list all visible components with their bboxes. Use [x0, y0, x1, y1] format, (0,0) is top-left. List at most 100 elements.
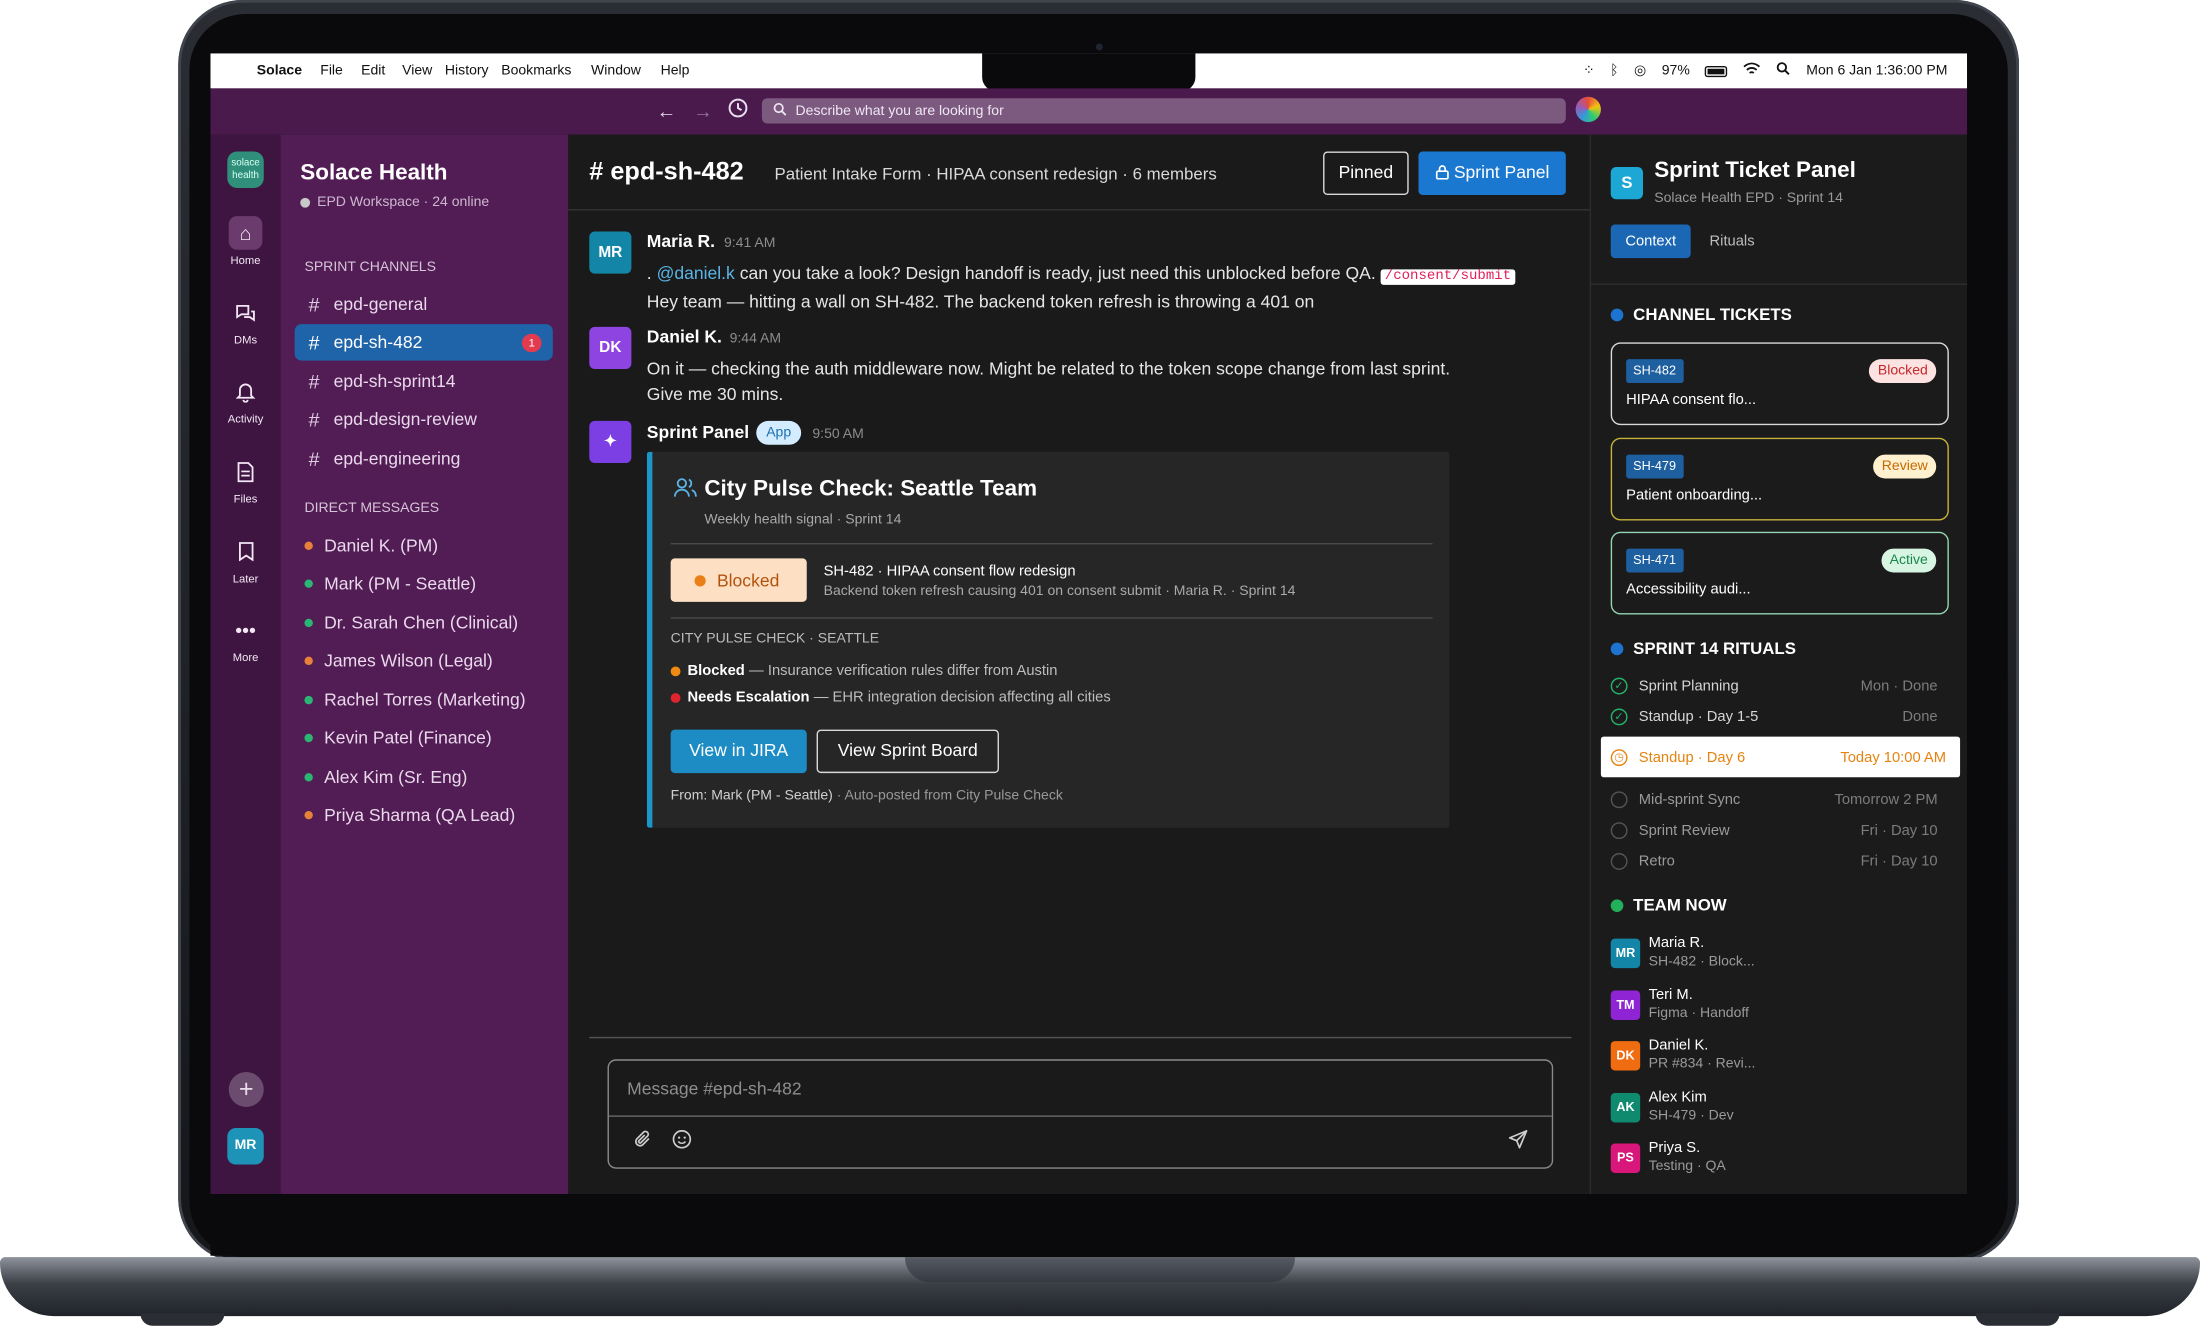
team-member[interactable]: DK Daniel K. PR #834 · Revi... — [1610, 1037, 1949, 1085]
view-in-jira-button[interactable]: View in JIRA — [670, 729, 807, 774]
hash-icon: # — [308, 408, 320, 431]
spotlight-icon[interactable] — [1777, 62, 1791, 80]
ritual-item[interactable]: Mid-sprint Sync Tomorrow 2 PM — [1610, 784, 1949, 815]
avatar[interactable]: DK — [589, 326, 632, 370]
menu-window[interactable]: Window — [591, 63, 641, 78]
rail-item-dms[interactable]: DMs — [210, 296, 280, 347]
airdrop-icon[interactable]: ◎ — [1634, 63, 1646, 78]
message-author[interactable]: Maria R. — [647, 232, 715, 252]
menu-bookmarks[interactable]: Bookmarks — [501, 63, 571, 78]
view-sprint-board-button[interactable]: View Sprint Board — [816, 729, 999, 774]
team-member[interactable]: TM Teri M. Figma · Handoff — [1610, 986, 1949, 1034]
composer-divider — [589, 1036, 1572, 1039]
check-circle-icon: ✓ — [1610, 708, 1628, 726]
avatar[interactable]: MR — [589, 231, 632, 274]
bluetooth-icon[interactable]: ᛒ — [1610, 63, 1618, 78]
rail-item-more[interactable]: ••• More — [210, 613, 280, 664]
channels-header[interactable]: SPRINT CHANNELS — [304, 260, 436, 275]
direct-messages-header[interactable]: DIRECT MESSAGES — [304, 501, 439, 516]
send-icon[interactable] — [1508, 1129, 1528, 1153]
ticket-card[interactable]: SH-479 Review Patient onboarding... — [1610, 437, 1949, 521]
sidebar-dm-kevin[interactable]: Kevin Patel (Finance) — [304, 728, 492, 748]
message-composer[interactable]: Message #epd-sh-482 — [607, 1059, 1554, 1169]
user-mention[interactable]: @daniel.k — [657, 264, 735, 284]
inline-code: /consent/submit — [1380, 269, 1516, 285]
team-member[interactable]: AK Alex Kim SH-479 · Dev — [1610, 1089, 1949, 1137]
sidebar-channel-epd-sh-sprint14[interactable]: # epd-sh-sprint14 — [295, 363, 553, 399]
ticket-id: SH-471 — [1626, 548, 1683, 573]
ritual-item[interactable]: Sprint Review Fri · Day 10 — [1610, 815, 1949, 846]
message-time[interactable]: 9:50 AM — [812, 427, 863, 442]
control-icon[interactable]: ⁘ — [1583, 63, 1595, 78]
screen-notch — [982, 53, 1196, 92]
section-dot-icon — [1610, 307, 1624, 321]
sidebar-dm-james[interactable]: James Wilson (Legal) — [304, 651, 493, 671]
ritual-item-current[interactable]: ◷ Standup · Day 6 Today 10:00 AM — [1600, 736, 1961, 778]
forward-arrow-icon[interactable]: → — [693, 98, 713, 123]
add-workspace-button[interactable]: + — [228, 1071, 264, 1108]
menubar-status-area: ⁘ ᛒ ◎ 97% Mon 6 Jan 1:36:00 PM — [1583, 53, 1947, 88]
sidebar-dm-alex[interactable]: Alex Kim (Sr. Eng) — [304, 767, 467, 787]
channel-title[interactable]: # epd-sh-482 — [589, 157, 743, 186]
message-time[interactable]: 9:44 AM — [730, 331, 781, 346]
menu-history[interactable]: History — [445, 63, 489, 78]
sidebar-dm-daniel[interactable]: Daniel K. (PM) — [304, 536, 438, 556]
message-time[interactable]: 9:41 AM — [724, 236, 775, 251]
menu-view[interactable]: View — [402, 63, 432, 78]
ritual-name: Mid-sprint Sync — [1638, 791, 1741, 809]
ritual-item[interactable]: ✓ Standup · Day 1-5 Done — [1610, 702, 1949, 733]
tab-rituals[interactable]: Rituals — [1701, 224, 1764, 258]
ritual-item[interactable]: Retro Fri · Day 10 — [1610, 846, 1949, 877]
message-author[interactable]: Daniel K. — [647, 327, 722, 347]
sidebar-channel-epd-design-review[interactable]: # epd-design-review — [295, 401, 553, 437]
search-bar[interactable]: Describe what you are looking for — [761, 98, 1566, 124]
workspace-logo[interactable]: solace health — [227, 151, 264, 189]
workspace-name[interactable]: Solace Health — [300, 161, 447, 186]
sprint-panel-app-avatar[interactable]: ✦ — [589, 420, 632, 464]
rail-item-home[interactable]: ⌂ Home — [210, 216, 280, 267]
ticket-card[interactable]: SH-482 Blocked HIPAA consent flo... — [1610, 342, 1949, 426]
ticket-name: HIPAA consent flo... — [1626, 391, 1757, 409]
sidebar-channel-epd-engineering[interactable]: # epd-engineering — [295, 441, 553, 477]
menubar-app-name[interactable]: Solace — [257, 63, 302, 78]
sidebar-dm-mark[interactable]: Mark (PM - Seattle) — [304, 574, 476, 593]
rail-item-later[interactable]: Later — [210, 535, 280, 585]
tab-context[interactable]: Context — [1610, 224, 1691, 259]
back-arrow-icon[interactable]: ← — [657, 98, 677, 123]
sidebar-dm-rachel[interactable]: Rachel Torres (Marketing) — [304, 690, 526, 710]
sidebar-channel-epd-general[interactable]: # epd-general — [295, 286, 553, 322]
menu-edit[interactable]: Edit — [361, 63, 385, 78]
message-text-line: Give me 30 mins. — [646, 384, 784, 405]
ritual-item[interactable]: ✓ Sprint Planning Mon · Done — [1610, 671, 1949, 702]
profile-extension-icon[interactable] — [1575, 96, 1601, 123]
laptop-foot-left — [140, 1313, 225, 1326]
channel-label: epd-sh-sprint14 — [333, 371, 456, 392]
history-clock-icon[interactable] — [728, 98, 748, 123]
rail-item-files[interactable]: Files — [210, 455, 280, 505]
emoji-icon[interactable] — [672, 1129, 692, 1153]
message-input[interactable]: Message #epd-sh-482 — [627, 1079, 802, 1099]
team-member[interactable]: PS Priya S. Testing · QA — [1610, 1139, 1949, 1187]
menu-file[interactable]: File — [320, 63, 343, 78]
paperclip-icon[interactable] — [634, 1129, 652, 1153]
screen: Solace File Edit View History Bookmarks … — [210, 53, 1968, 1195]
battery-icon[interactable] — [1705, 65, 1728, 77]
message-author[interactable]: Sprint Panel — [647, 422, 749, 442]
search-icon — [773, 102, 787, 120]
ticket-card[interactable]: SH-471 Active Accessibility audi... — [1610, 531, 1949, 615]
team-member[interactable]: MR Maria R. SH-482 · Block... — [1610, 934, 1949, 982]
menu-help[interactable]: Help — [661, 63, 690, 78]
pinned-button[interactable]: Pinned — [1323, 151, 1409, 196]
presence-dot-icon — [304, 810, 313, 820]
sidebar-dm-priya[interactable]: Priya Sharma (QA Lead) — [304, 805, 515, 825]
wifi-icon[interactable] — [1743, 62, 1761, 80]
presence-dot-icon — [304, 733, 313, 743]
rail-item-activity[interactable]: Activity — [210, 375, 280, 425]
sprint-panel-button[interactable]: Sprint Panel — [1418, 151, 1566, 196]
menubar-clock[interactable]: Mon 6 Jan 1:36:00 PM — [1806, 63, 1947, 78]
ticket-status-badge: Blocked — [1869, 359, 1937, 384]
sidebar-dm-sarah[interactable]: Dr. Sarah Chen (Clinical) — [304, 613, 518, 633]
user-avatar[interactable]: MR — [227, 1128, 264, 1165]
sidebar-channel-epd-sh-482[interactable]: # epd-sh-482 1 — [294, 324, 553, 361]
channel-header: # epd-sh-482 Patient Intake Form · HIPAA… — [568, 135, 1590, 211]
